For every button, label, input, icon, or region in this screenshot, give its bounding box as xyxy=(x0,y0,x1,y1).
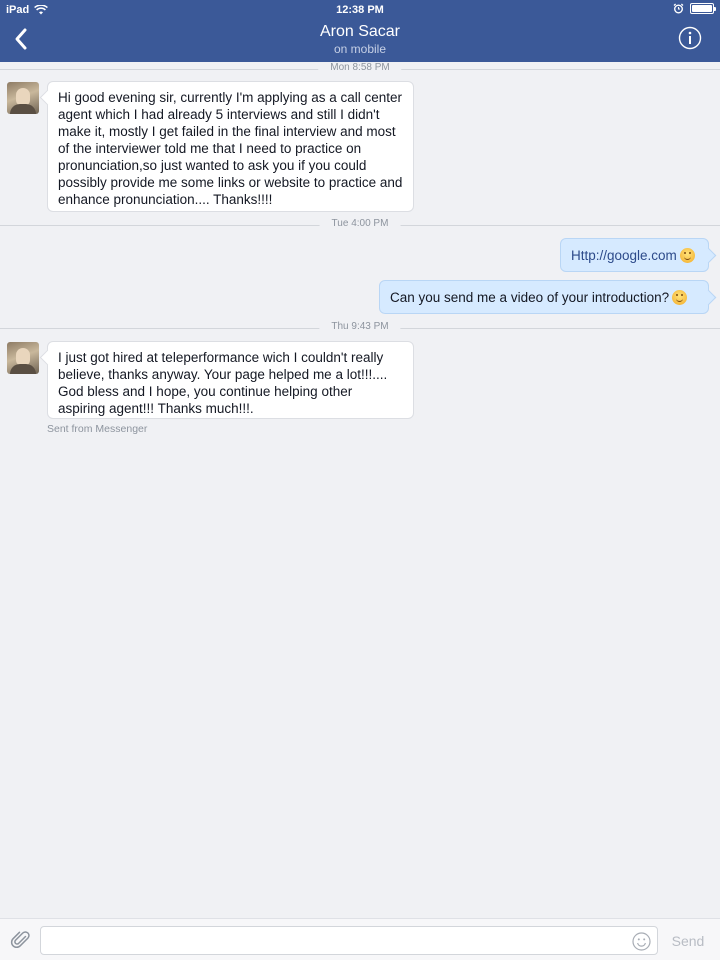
message-link[interactable]: Http://google.com xyxy=(571,248,677,263)
info-icon[interactable] xyxy=(678,26,702,50)
date-divider-label: Thu 9:43 PM xyxy=(319,321,401,332)
message-text: Hi good evening sir, currently I'm apply… xyxy=(58,90,403,207)
date-divider: Tue 4:00 PM xyxy=(0,217,720,233)
message-bubble-outgoing[interactable]: Http://google.com xyxy=(560,238,709,272)
message-thread[interactable]: Mon 8:58 PM Hi good evening sir, current… xyxy=(0,62,720,918)
message-bubble-incoming[interactable]: I just got hired at teleperformance wich… xyxy=(47,341,414,419)
message-bubble-outgoing[interactable]: Can you send me a video of your introduc… xyxy=(379,280,709,314)
message-text: Can you send me a video of your introduc… xyxy=(390,290,670,305)
date-divider-label: Tue 4:00 PM xyxy=(319,218,401,229)
avatar[interactable] xyxy=(7,342,39,374)
message-bubble-incoming[interactable]: Hi good evening sir, currently I'm apply… xyxy=(47,81,414,212)
date-divider: Thu 9:43 PM xyxy=(0,320,720,336)
top-bar: iPad 12:38 PM Aron Sacar on mobile xyxy=(0,0,720,62)
conversation-subtitle: on mobile xyxy=(333,42,387,56)
status-bar: iPad 12:38 PM xyxy=(0,0,720,20)
smile-emoji-icon xyxy=(679,248,695,263)
alarm-icon xyxy=(673,3,684,14)
composer-bar: Send xyxy=(0,918,720,960)
date-divider-label: Mon 8:58 PM xyxy=(318,62,402,73)
message-text: I just got hired at teleperformance wich… xyxy=(58,350,388,416)
avatar[interactable] xyxy=(7,82,39,114)
status-right xyxy=(673,3,716,14)
paperclip-icon[interactable] xyxy=(10,929,32,951)
send-button[interactable]: Send xyxy=(663,926,713,955)
sent-from-label: Sent from Messenger xyxy=(47,423,148,435)
message-input[interactable] xyxy=(40,926,658,955)
battery-icon xyxy=(690,3,716,14)
date-divider: Mon 8:58 PM xyxy=(0,61,720,77)
emoji-icon[interactable] xyxy=(632,932,651,951)
conversation-title: Aron Sacar xyxy=(319,23,401,40)
smile-emoji-icon xyxy=(672,290,688,305)
status-time: 12:38 PM xyxy=(336,4,384,16)
